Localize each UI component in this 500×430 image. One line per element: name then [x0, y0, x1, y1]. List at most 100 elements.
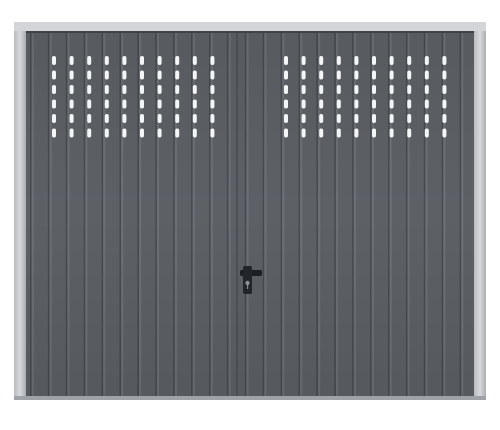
vent-slot: [424, 114, 429, 123]
vent-slot: [52, 56, 56, 65]
vent-slot: [284, 85, 288, 94]
vent-slot: [140, 128, 144, 138]
vent-slot: [192, 114, 197, 123]
vent-slot: [407, 128, 412, 138]
vent-slot: [69, 114, 74, 123]
vent-slot: [192, 70, 197, 80]
vent-slot: [442, 70, 447, 80]
vent-slot: [407, 85, 412, 94]
vent-slot: [372, 128, 376, 138]
vent-slot: [284, 114, 288, 123]
vent-slot: [192, 85, 197, 94]
vent-slot: [407, 56, 412, 65]
vent-slot: [284, 70, 288, 80]
vent-slot: [336, 70, 341, 80]
vent-slot: [157, 56, 162, 65]
vent-slot: [192, 128, 197, 138]
garage-door-photo: [0, 0, 500, 430]
vent-slot: [87, 70, 92, 80]
vent-slot: [157, 85, 162, 94]
vent-slot: [122, 56, 127, 65]
vent-slot: [319, 114, 324, 123]
vent-slot: [140, 56, 144, 65]
vent-slot: [336, 128, 341, 138]
vent-slot: [319, 85, 324, 94]
vent-slot: [284, 99, 288, 109]
vent-slot: [336, 114, 341, 123]
vent-slot: [52, 85, 56, 94]
vent-slot: [122, 99, 127, 109]
vent-slot: [210, 114, 215, 123]
vent-slot: [442, 99, 447, 109]
vent-slot: [175, 56, 180, 65]
vent-slot: [389, 70, 394, 80]
vent-slot: [87, 56, 92, 65]
vent-slot: [389, 128, 394, 138]
vent-slot: [69, 128, 74, 138]
vent-slot: [354, 128, 359, 138]
vent-slot: [175, 114, 180, 123]
vent-slot: [87, 85, 92, 94]
vent-slot: [69, 56, 74, 65]
vent-slot: [301, 128, 306, 138]
vent-slot: [354, 56, 359, 65]
vent-slot: [372, 99, 376, 109]
vent-slot: [157, 70, 162, 80]
vent-slot: [284, 56, 288, 65]
vent-slot: [104, 114, 109, 123]
vent-slot: [301, 56, 306, 65]
vent-slot: [336, 99, 341, 109]
vent-slot: [372, 85, 376, 94]
vent-slot: [336, 85, 341, 94]
vent-slot: [442, 128, 447, 138]
vent-slot: [301, 114, 306, 123]
vent-slot: [407, 70, 412, 80]
vent-slot: [69, 99, 74, 109]
vent-slot: [319, 128, 324, 138]
vent-slot: [319, 99, 324, 109]
vent-slot: [52, 114, 56, 123]
vent-slot: [442, 56, 447, 65]
vent-slot: [87, 99, 92, 109]
vent-slot: [104, 99, 109, 109]
vent-slot: [52, 99, 56, 109]
vent-slot: [175, 128, 180, 138]
vent-slot: [442, 85, 447, 94]
vent-slot: [372, 70, 376, 80]
vent-slot: [424, 70, 429, 80]
vent-slot: [175, 85, 180, 94]
vent-slot: [336, 56, 341, 65]
vent-slot: [210, 99, 215, 109]
vent-slot: [389, 85, 394, 94]
vent-slot: [301, 70, 306, 80]
vent-slot: [210, 70, 215, 80]
vent-slot: [175, 99, 180, 109]
vent-slot: [157, 128, 162, 138]
garage-door-illustration: [14, 22, 486, 400]
vent-slot: [140, 70, 144, 80]
vent-slot: [389, 99, 394, 109]
vent-slot: [389, 56, 394, 65]
vent-slot: [140, 99, 144, 109]
door-panel: [26, 31, 474, 396]
vent-slot: [104, 85, 109, 94]
vent-slot: [354, 70, 359, 80]
vent-slot: [319, 56, 324, 65]
vent-slot: [104, 128, 109, 138]
vent-slot: [122, 85, 127, 94]
vent-slot: [122, 114, 127, 123]
vent-slot: [284, 128, 288, 138]
vent-slot: [175, 70, 180, 80]
vent-slot: [140, 85, 144, 94]
vent-slot: [319, 70, 324, 80]
vent-slot: [210, 128, 215, 138]
vent-slot: [210, 85, 215, 94]
vent-slot: [354, 114, 359, 123]
vent-slot: [87, 128, 92, 138]
vent-slot: [104, 56, 109, 65]
vent-slot: [301, 85, 306, 94]
vent-slot: [104, 70, 109, 80]
vent-slot: [69, 85, 74, 94]
vent-slot: [69, 70, 74, 80]
vent-slot: [442, 114, 447, 123]
